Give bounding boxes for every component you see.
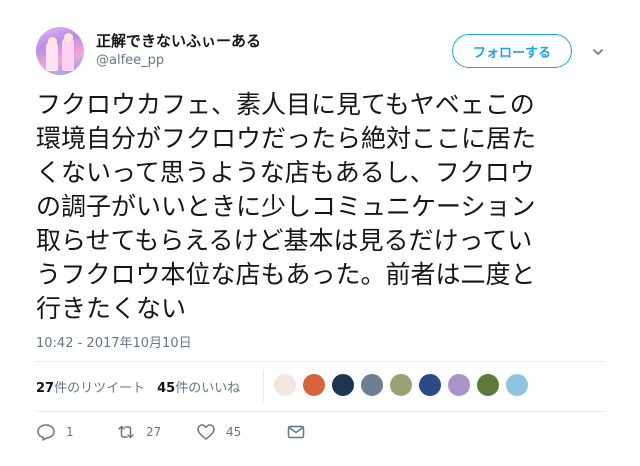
avatar-figure-right [62, 37, 74, 71]
stats-separator [263, 370, 264, 402]
liker-avatar-4[interactable] [360, 373, 384, 397]
like-icon [197, 424, 215, 440]
retweets-stat-label: 件のリツイート [54, 381, 146, 396]
retweet-icon [118, 425, 134, 439]
likes-stat[interactable]: 45件のいいね [157, 377, 240, 396]
retweet-button[interactable]: 27 [116, 422, 196, 442]
message-button[interactable] [286, 422, 316, 442]
liker-avatar-6[interactable] [418, 373, 442, 397]
follow-button[interactable]: フォローする [452, 34, 572, 68]
tweet-actions: 1 27 45 [36, 422, 316, 442]
liker-avatar-2[interactable] [302, 373, 326, 397]
author-avatar[interactable] [36, 27, 84, 75]
liker-avatar-1[interactable] [273, 373, 297, 397]
author-handle[interactable]: @alfee_pp [96, 53, 164, 68]
message-icon [287, 425, 305, 439]
liker-avatar-9[interactable] [505, 373, 529, 397]
liker-avatar-8[interactable] [476, 373, 500, 397]
reply-icon [37, 424, 55, 441]
liker-avatar-5[interactable] [389, 373, 413, 397]
divider-top [36, 361, 606, 362]
author-display-name[interactable]: 正解できないふぃーある [96, 30, 261, 51]
chevron-down-icon[interactable] [592, 46, 604, 58]
retweets-stat[interactable]: 27件のリツイート [36, 377, 145, 396]
reply-button[interactable]: 1 [36, 422, 116, 442]
likes-stat-label: 件のいいね [175, 381, 241, 396]
tweet-timestamp[interactable]: 10:42 - 2017年10月10日 [36, 332, 192, 351]
retweets-stat-count: 27 [36, 381, 55, 396]
liker-avatars [273, 373, 529, 397]
tweet-stats: 27件のリツイート 45件のいいね [36, 377, 240, 396]
avatar-figure-head-right [64, 33, 73, 42]
retweet-count: 27 [146, 425, 162, 439]
like-button[interactable]: 45 [196, 422, 286, 442]
reply-count: 1 [66, 425, 74, 439]
like-count: 45 [226, 425, 242, 439]
liker-avatar-3[interactable] [331, 373, 355, 397]
likes-stat-count: 45 [157, 381, 176, 396]
avatar-figure-head-left [48, 37, 57, 46]
divider-bottom [36, 411, 606, 412]
tweet-text: フクロウカフェ、素人目に見てもヤベェこの 環境自分がフクロウだったら絶対ここに居… [36, 90, 537, 323]
liker-avatar-7[interactable] [447, 373, 471, 397]
